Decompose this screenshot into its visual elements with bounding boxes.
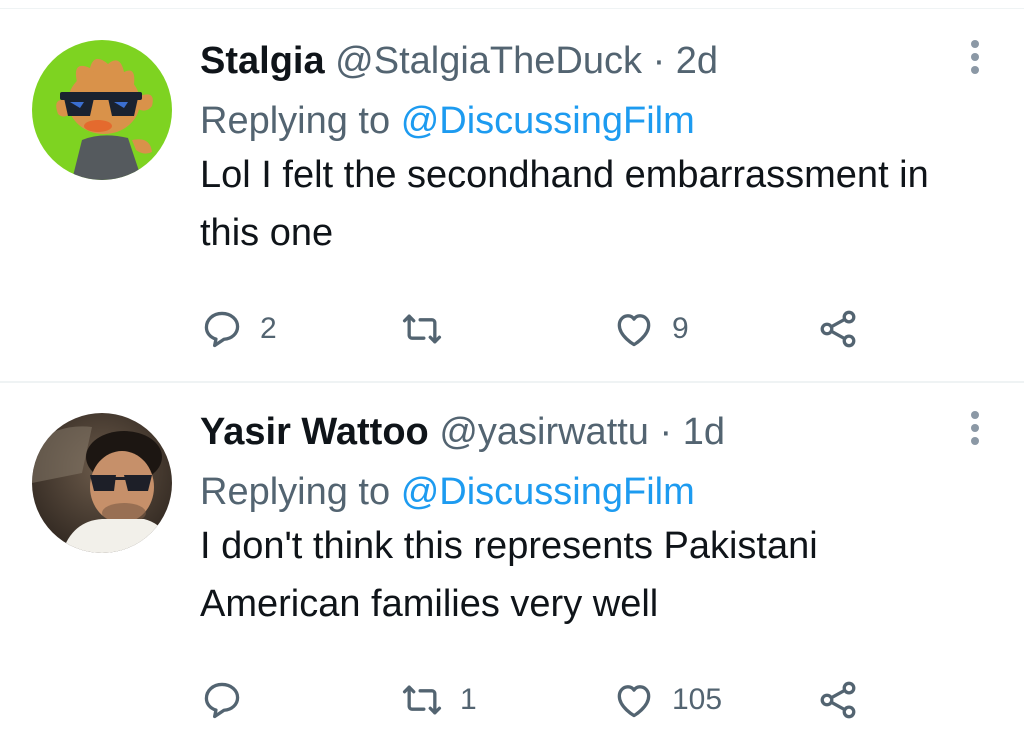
tweet-actions: 2 9 (200, 304, 920, 354)
share-button[interactable] (816, 304, 860, 354)
replying-label: Replying to (200, 471, 391, 513)
retweet-count: 1 (460, 683, 477, 716)
separator: · (652, 40, 666, 82)
separator: · (659, 411, 673, 453)
avatar[interactable] (32, 413, 172, 553)
like-button[interactable]: 9 (612, 304, 689, 354)
avatar[interactable] (32, 40, 172, 180)
tweet-header: Stalgia @StalgiaTheDuck · 2d (200, 38, 960, 84)
like-button[interactable]: 105 (612, 675, 722, 725)
share-icon (820, 310, 856, 348)
retweet-icon (402, 685, 442, 715)
duck-avatar-icon (32, 40, 172, 180)
user-handle[interactable]: @StalgiaTheDuck (335, 40, 642, 82)
reply-icon (204, 682, 240, 719)
tweet-header: Yasir Wattoo @yasirwattu · 1d (200, 409, 960, 455)
share-icon (820, 681, 856, 719)
timestamp[interactable]: 2d (676, 40, 718, 82)
tweet[interactable]: Stalgia @StalgiaTheDuck · 2d Replying to… (0, 8, 1024, 383)
retweet-button[interactable] (400, 304, 460, 354)
replying-to-line: Replying to @DiscussingFilm (200, 469, 960, 515)
display-name[interactable]: Stalgia (200, 40, 325, 82)
tweet-content: Stalgia @StalgiaTheDuck · 2d Replying to… (200, 38, 960, 262)
tweet-content: Yasir Wattoo @yasirwattu · 1d Replying t… (200, 409, 960, 633)
retweet-button[interactable]: 1 (400, 675, 477, 725)
reply-feed: Stalgia @StalgiaTheDuck · 2d Replying to… (0, 0, 1024, 747)
display-name[interactable]: Yasir Wattoo (200, 411, 429, 453)
tweet-actions: 1 105 (200, 675, 920, 725)
tweet-text: Lol I felt the secondhand embarrassment … (200, 154, 929, 254)
user-handle[interactable]: @yasirwattu (439, 411, 649, 453)
replying-to-line: Replying to @DiscussingFilm (200, 98, 960, 144)
like-count: 105 (672, 683, 723, 716)
photo-avatar-icon (32, 413, 172, 553)
more-options-icon[interactable] (970, 40, 980, 80)
replying-to-mention[interactable]: @DiscussingFilm (401, 471, 695, 513)
reply-icon (204, 311, 240, 348)
like-count: 9 (672, 312, 689, 345)
reply-count: 2 (260, 312, 277, 345)
tweet[interactable]: Yasir Wattoo @yasirwattu · 1d Replying t… (0, 383, 1024, 747)
retweet-icon (402, 314, 442, 344)
like-icon (617, 685, 651, 718)
share-button[interactable] (816, 675, 860, 725)
tweet-text: I don't think this represents Pakistani … (200, 525, 818, 625)
like-icon (617, 314, 651, 347)
replying-label: Replying to (200, 100, 391, 142)
reply-button[interactable]: 2 (200, 304, 277, 354)
replying-to-mention[interactable]: @DiscussingFilm (401, 100, 695, 142)
more-options-icon[interactable] (970, 411, 980, 451)
timestamp[interactable]: 1d (683, 411, 725, 453)
reply-button[interactable] (200, 675, 260, 725)
